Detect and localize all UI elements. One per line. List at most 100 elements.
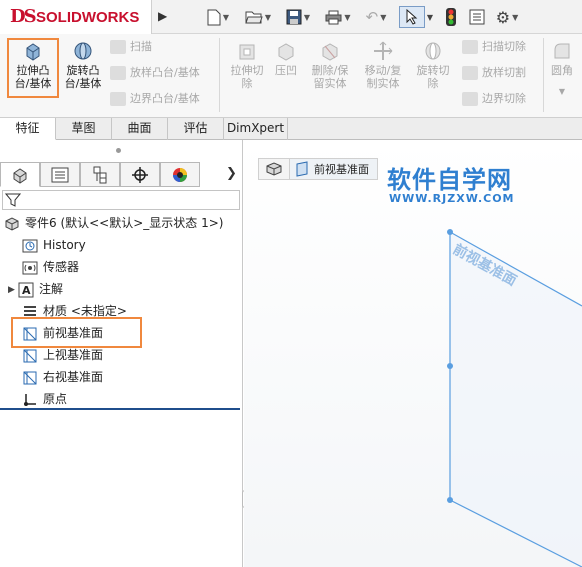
expand-menu-arrow-icon[interactable]: ▶ [158, 9, 167, 23]
tree-root-label: 零件6 (默认<<默认>_显示状态 1>) [25, 216, 224, 230]
tree-item-label: 注解 [39, 282, 64, 296]
rebuild-button[interactable] [440, 6, 462, 28]
extrude-cut-label: 拉伸切 除 [230, 64, 264, 90]
revolve-boss-label: 旋转凸 台/基体 [64, 64, 102, 90]
expand-arrow-icon[interactable]: ▶ [8, 279, 18, 301]
fillet-icon [554, 43, 570, 59]
sweep-button[interactable]: 扫描 [110, 38, 152, 56]
indent-icon [278, 43, 294, 61]
tree-item-label: History [43, 238, 86, 252]
plane-handle-bottom[interactable] [447, 497, 453, 503]
select-button[interactable] [399, 6, 425, 28]
move-copy-body-button[interactable]: 移动/复 制实体 [356, 38, 410, 98]
tree-item-label: 传感器 [43, 260, 80, 274]
quick-access-toolbar: DS SOLIDWORKS ▶ ▼ ▼ ▼ ▼ ↶ ▼ ▼ ⚙ ▼ [0, 0, 582, 34]
pane-grip-handle[interactable] [116, 148, 121, 153]
file-properties-button[interactable] [466, 6, 488, 28]
tab-property-manager[interactable] [40, 162, 80, 187]
swept-cut-icon [462, 40, 478, 54]
indent-button[interactable]: 压凹 [264, 38, 308, 98]
boundary-cut-button[interactable]: 边界切除 [462, 90, 526, 108]
loft-boss-button[interactable]: 放样凸台/基体 [110, 64, 200, 82]
part-icon [5, 216, 19, 231]
undo-button[interactable]: ↶ ▼ [362, 6, 390, 28]
next-tab-arrow-icon[interactable]: ❯ [226, 166, 237, 181]
tab-surfaces[interactable]: 曲面 [112, 118, 168, 140]
plane-handle-mid[interactable] [447, 363, 453, 369]
new-document-button[interactable]: ▼ [204, 6, 232, 28]
tree-item-label: 材质 <未指定> [43, 304, 127, 318]
revolve-cut-button[interactable]: 旋转切 除 [408, 38, 458, 98]
print-button[interactable]: ▼ [324, 6, 352, 28]
new-document-icon [207, 9, 221, 25]
delete-body-icon [322, 43, 338, 61]
tree-item-origin[interactable]: 原点 [22, 388, 67, 410]
loft-boss-icon [110, 66, 126, 80]
boundary-cut-icon [462, 92, 478, 106]
feature-manager-pane: ❯ 零件6 (默认<<默认>_显示状态 1>) History 传感器 ▶ A 注解… [0, 140, 243, 567]
graphics-area[interactable]: 前视基准面 软件自学网 WWW.RJZXW.COM 前视基准面 [244, 140, 582, 567]
rollback-bar[interactable] [0, 408, 240, 410]
fillet-dropdown-arrow-icon[interactable]: ▼ [546, 85, 578, 98]
sensor-icon [22, 261, 38, 274]
boundary-boss-label: 边界凸台/基体 [130, 92, 200, 105]
command-manager: 拉伸凸 台/基体 旋转凸 台/基体 扫描 放样凸台/基体 边界凸台/基体 拉伸切… [0, 34, 582, 118]
configuration-manager-icon [93, 166, 107, 183]
fillet-button[interactable]: 圆角 ▼ [546, 38, 578, 98]
boundary-boss-button[interactable]: 边界凸台/基体 [110, 90, 200, 108]
solidworks-window: DS SOLIDWORKS ▶ ▼ ▼ ▼ ▼ ↶ ▼ ▼ ⚙ ▼ 拉伸凸 台/… [0, 0, 582, 567]
options-gear-icon: ⚙ [495, 7, 511, 27]
front-plane-preview[interactable]: 前视基准面 [244, 140, 582, 567]
command-tabs: 特征 草图 曲面 评估 DimXpert [0, 118, 582, 140]
swept-cut-label: 扫描切除 [482, 40, 526, 53]
move-copy-body-label: 移动/复 制实体 [364, 64, 402, 90]
delete-body-button[interactable]: 删除/保 留实体 [304, 38, 356, 98]
revolve-cut-label: 旋转切 除 [416, 64, 450, 90]
tab-configuration-manager[interactable] [80, 162, 120, 187]
select-dropdown-arrow-icon[interactable]: ▼ [425, 6, 435, 28]
tree-filter-bar[interactable] [2, 190, 240, 210]
tab-dimxpert-manager[interactable] [120, 162, 160, 187]
open-folder-icon [245, 11, 263, 24]
fillet-label: 圆角 [551, 64, 573, 77]
tree-item-label: 上视基准面 [43, 348, 104, 362]
file-properties-icon [469, 9, 485, 25]
swept-cut-button[interactable]: 扫描切除 [462, 38, 526, 56]
loft-boss-label: 放样凸台/基体 [130, 66, 200, 79]
revolve-boss-icon [74, 42, 92, 60]
tab-display-manager[interactable] [160, 162, 200, 187]
lofted-cut-label: 放样切割 [482, 66, 526, 79]
sweep-label: 扫描 [130, 40, 152, 53]
lofted-cut-button[interactable]: 放样切割 [462, 64, 526, 82]
tree-item-right-plane[interactable]: 右视基准面 [22, 366, 103, 388]
revolve-cut-icon [425, 42, 441, 60]
save-button[interactable]: ▼ [284, 6, 312, 28]
plane-handle-top[interactable] [447, 229, 453, 235]
save-icon [286, 9, 302, 25]
indent-label: 压凹 [275, 64, 297, 77]
annotation-icon: A [18, 282, 34, 297]
tree-item-annotations[interactable]: ▶ A 注解 [8, 278, 63, 300]
tab-dimxpert[interactable]: DimXpert [224, 118, 288, 140]
front-plane-highlight [11, 317, 142, 348]
filter-funnel-icon[interactable] [5, 192, 21, 208]
tab-sketch[interactable]: 草图 [56, 118, 112, 140]
sweep-icon [110, 40, 126, 54]
tree-root-part[interactable]: 零件6 (默认<<默认>_显示状态 1>) [4, 212, 223, 234]
extrude-cut-icon [239, 44, 255, 60]
options-button[interactable]: ⚙ ▼ [492, 6, 522, 28]
tab-features[interactable]: 特征 [0, 118, 56, 140]
boundary-boss-icon [110, 92, 126, 106]
property-manager-icon [51, 167, 69, 182]
plane-icon [23, 349, 37, 362]
tree-item-sensors[interactable]: 传感器 [22, 256, 79, 278]
open-button[interactable]: ▼ [244, 6, 272, 28]
tree-item-history[interactable]: History [22, 234, 86, 256]
revolve-boss-button[interactable]: 旋转凸 台/基体 [58, 38, 108, 98]
tab-feature-manager[interactable] [0, 162, 40, 187]
tab-evaluate[interactable]: 评估 [168, 118, 224, 140]
origin-icon [24, 393, 36, 406]
boundary-cut-label: 边界切除 [482, 92, 526, 105]
solidworks-logo[interactable]: DS SOLIDWORKS [0, 0, 152, 34]
history-icon [22, 239, 38, 252]
